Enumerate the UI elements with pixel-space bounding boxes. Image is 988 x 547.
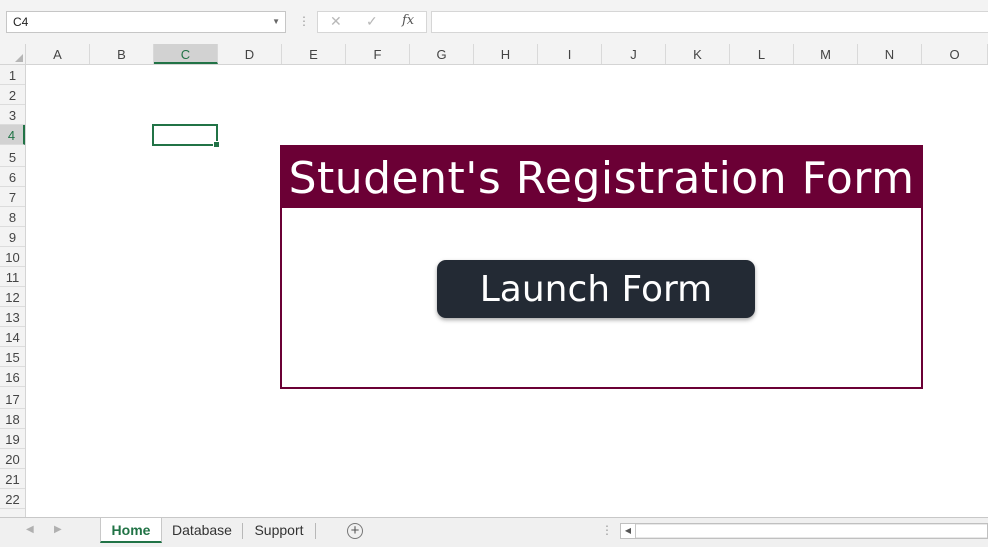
column-header-g[interactable]: G: [410, 44, 474, 64]
row-header-14[interactable]: 14: [0, 327, 25, 347]
row-header-10[interactable]: 10: [0, 247, 25, 267]
row-headers: 1 2 3 4 5 6 7 8 9 10 11 12 13 14 15 16 1…: [0, 65, 26, 517]
enter-icon[interactable]: ✓: [366, 13, 378, 30]
scrollbar-thumb[interactable]: [636, 525, 987, 537]
formula-bar-buttons: ✕ ✓ fx: [317, 11, 427, 33]
row-header-3[interactable]: 3: [0, 105, 25, 125]
tab-divider: [315, 523, 316, 539]
column-header-o[interactable]: O: [922, 44, 988, 64]
row-header-20[interactable]: 20: [0, 449, 25, 469]
scroll-tabs-left-icon[interactable]: ◀: [26, 524, 34, 535]
formula-bar-grip-icon[interactable]: ⋮: [298, 14, 310, 28]
row-header-19[interactable]: 19: [0, 429, 25, 449]
column-header-a[interactable]: A: [26, 44, 90, 64]
sheet-tab-support[interactable]: Support: [245, 518, 313, 543]
sheet-tab-bar: ◀ ▶ Home Database Support + ⋮ ◀: [0, 517, 988, 547]
row-header-2[interactable]: 2: [0, 85, 25, 105]
form-title: Student's Registration Form: [282, 147, 921, 208]
row-header-21[interactable]: 21: [0, 469, 25, 489]
column-header-f[interactable]: F: [346, 44, 410, 64]
horizontal-scrollbar[interactable]: ◀: [620, 523, 988, 539]
row-header-11[interactable]: 11: [0, 267, 25, 287]
select-all-button[interactable]: [0, 44, 26, 64]
column-header-n[interactable]: N: [858, 44, 922, 64]
launch-form-button[interactable]: Launch Form: [437, 260, 755, 318]
column-header-e[interactable]: E: [282, 44, 346, 64]
column-header-k[interactable]: K: [666, 44, 730, 64]
registration-form-panel: Student's Registration Form Launch Form: [280, 145, 923, 389]
column-header-i[interactable]: I: [538, 44, 602, 64]
sheet-tab-home[interactable]: Home: [100, 518, 162, 543]
row-header-6[interactable]: 6: [0, 167, 25, 187]
add-sheet-icon[interactable]: +: [347, 523, 363, 539]
row-header-7[interactable]: 7: [0, 187, 25, 207]
scroll-tabs-right-icon[interactable]: ▶: [54, 524, 62, 535]
row-header-13[interactable]: 13: [0, 307, 25, 327]
row-header-5[interactable]: 5: [0, 147, 25, 167]
row-header-17[interactable]: 17: [0, 389, 25, 409]
scroll-left-arrow-icon[interactable]: ◀: [621, 524, 636, 538]
row-header-22[interactable]: 22: [0, 489, 25, 509]
row-header-9[interactable]: 9: [0, 227, 25, 247]
column-header-m[interactable]: M: [794, 44, 858, 64]
row-header-16[interactable]: 16: [0, 367, 25, 387]
formula-input[interactable]: [431, 11, 988, 33]
column-header-b[interactable]: B: [90, 44, 154, 64]
row-header-4[interactable]: 4: [0, 125, 25, 145]
sheet-tab-database[interactable]: Database: [164, 518, 240, 543]
column-headers: A B C D E F G H I J K L M N O: [0, 44, 988, 65]
row-header-15[interactable]: 15: [0, 347, 25, 367]
column-header-c[interactable]: C: [154, 44, 218, 64]
name-box-value: C4: [13, 15, 29, 29]
row-header-1[interactable]: 1: [0, 65, 25, 85]
row-header-12[interactable]: 12: [0, 287, 25, 307]
column-header-j[interactable]: J: [602, 44, 666, 64]
tab-divider: [242, 523, 243, 539]
formula-bar: C4 ▼ ⋮ ✕ ✓ fx: [0, 0, 988, 44]
row-header-18[interactable]: 18: [0, 409, 25, 429]
name-box-dropdown-icon[interactable]: ▼: [272, 12, 280, 32]
column-header-h[interactable]: H: [474, 44, 538, 64]
active-cell-c4[interactable]: [152, 124, 220, 148]
tab-splitter-grip-icon[interactable]: ⋮: [601, 523, 613, 537]
insert-function-icon[interactable]: fx: [402, 13, 414, 28]
row-header-8[interactable]: 8: [0, 207, 25, 227]
cancel-icon[interactable]: ✕: [330, 13, 342, 30]
name-box[interactable]: C4 ▼: [6, 11, 286, 33]
column-header-d[interactable]: D: [218, 44, 282, 64]
column-header-l[interactable]: L: [730, 44, 794, 64]
